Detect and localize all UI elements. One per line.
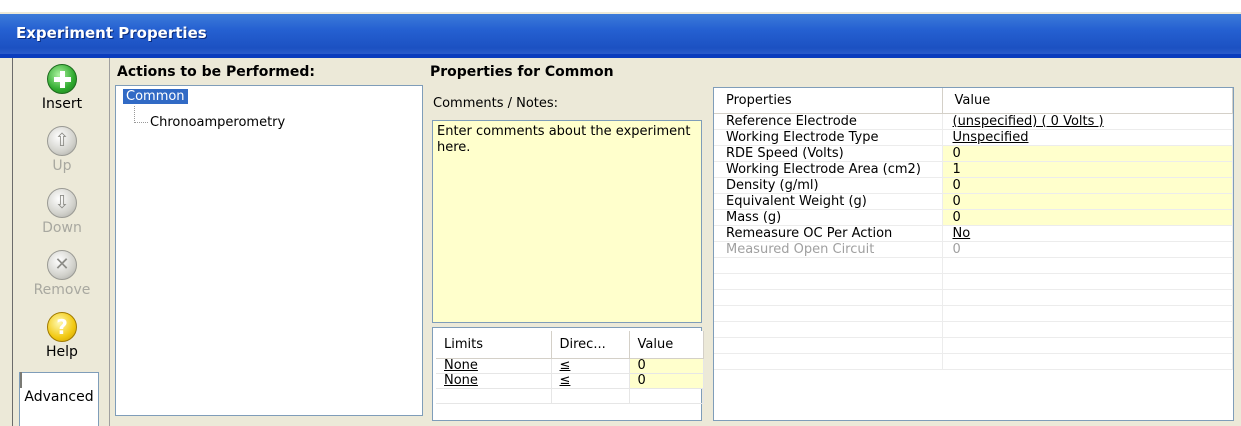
empty-row (714, 257, 1233, 274)
empty-row (714, 305, 1233, 322)
property-value[interactable]: 0 (942, 209, 1233, 226)
property-name: Working Electrode Type (714, 129, 943, 146)
property-name: Working Electrode Area (cm2) (714, 161, 943, 178)
property-name: Measured Open Circuit (714, 241, 943, 258)
tree-item-common[interactable]: Common (123, 89, 188, 104)
plus-icon (47, 64, 77, 94)
property-name: Mass (g) (714, 209, 943, 226)
table-row: None ≤ 0 (436, 358, 704, 374)
advanced-button[interactable]: Advanced (19, 372, 99, 426)
arrow-down-icon: ⇩ (47, 188, 77, 218)
gear-icon (20, 372, 22, 388)
actions-tree: Common Chronoamperometry (115, 85, 423, 416)
table-row: Mass (g) 0 (714, 209, 1233, 226)
empty-row (714, 273, 1233, 290)
table-row: Density (g/ml) 0 (714, 177, 1233, 194)
down-button[interactable]: ⇩ Down (16, 188, 108, 236)
insert-button[interactable]: Insert (16, 64, 108, 112)
title-frame-line (0, 54, 1241, 58)
property-value[interactable]: (unspecified) ( 0 Volts ) (942, 113, 1233, 130)
limit-cell[interactable]: None (436, 358, 552, 374)
question-icon: ? (47, 312, 77, 342)
close-icon: ✕ (47, 250, 77, 280)
property-name: Density (g/ml) (714, 177, 943, 194)
props-header-properties[interactable]: Properties (714, 88, 943, 114)
advanced-label: Advanced (24, 389, 94, 405)
table-row: Measured Open Circuit 0 (714, 241, 1233, 258)
value-cell[interactable]: 0 (629, 373, 704, 389)
comments-label: Comments / Notes: (433, 96, 559, 111)
limits-header-direction[interactable]: Direc... (551, 331, 630, 359)
arrow-up-icon: ⇧ (47, 126, 77, 156)
actions-heading: Actions to be Performed: (117, 64, 315, 80)
props-header-value[interactable]: Value (942, 88, 1233, 114)
property-value[interactable]: No (942, 225, 1233, 242)
help-label: Help (46, 344, 78, 360)
property-value: 0 (942, 241, 1233, 258)
property-name: Equivalent Weight (g) (714, 193, 943, 210)
tree-connector (134, 106, 148, 123)
empty-row (714, 353, 1233, 370)
empty-row (714, 321, 1233, 338)
property-value[interactable]: 0 (942, 193, 1233, 210)
property-value[interactable]: 0 (942, 145, 1233, 162)
direction-cell[interactable]: ≤ (551, 358, 630, 374)
down-label: Down (42, 220, 82, 236)
table-row: Reference Electrode (unspecified) ( 0 Vo… (714, 113, 1233, 130)
table-row: Equivalent Weight (g) 0 (714, 193, 1233, 210)
tree-item-chronoamperometry[interactable]: Chronoamperometry (150, 115, 285, 130)
property-value[interactable]: 0 (942, 177, 1233, 194)
table-row: Working Electrode Type Unspecified (714, 129, 1233, 146)
insert-label: Insert (41, 96, 83, 112)
property-name: Remeasure OC Per Action (714, 225, 943, 242)
direction-cell[interactable]: ≤ (551, 373, 630, 389)
properties-heading: Properties for Common (430, 64, 614, 80)
empty-row (714, 289, 1233, 306)
help-button[interactable]: ? Help (16, 312, 108, 360)
empty-row (436, 388, 704, 404)
table-row: Remeasure OC Per Action No (714, 225, 1233, 242)
empty-row (714, 337, 1233, 354)
remove-label: Remove (33, 282, 91, 298)
limits-header-limits[interactable]: Limits (436, 331, 552, 359)
property-value[interactable]: 1 (942, 161, 1233, 178)
remove-button[interactable]: ✕ Remove (16, 250, 108, 298)
table-row: RDE Speed (Volts) 0 (714, 145, 1233, 162)
window-title: Experiment Properties (16, 24, 207, 42)
table-row: None ≤ 0 (436, 373, 704, 389)
comments-textarea[interactable]: Enter comments about the experiment here… (432, 120, 702, 323)
up-label: Up (52, 158, 72, 174)
action-toolbar: Insert ⇧ Up ⇩ Down ✕ Remove ? Help Advan… (12, 58, 110, 426)
properties-grid: Properties Value Reference Electrode (un… (713, 87, 1234, 421)
property-name: RDE Speed (Volts) (714, 145, 943, 162)
limits-table: Limits Direc... Value None ≤ 0 None ≤ 0 (432, 327, 704, 421)
limit-cell[interactable]: None (436, 373, 552, 389)
value-cell[interactable]: 0 (629, 358, 704, 374)
up-button[interactable]: ⇧ Up (16, 126, 108, 174)
limits-header-value[interactable]: Value (629, 331, 704, 359)
property-value[interactable]: Unspecified (942, 129, 1233, 146)
window-title-bar: Experiment Properties (0, 0, 1241, 54)
table-row: Working Electrode Area (cm2) 1 (714, 161, 1233, 178)
property-name: Reference Electrode (714, 113, 943, 130)
